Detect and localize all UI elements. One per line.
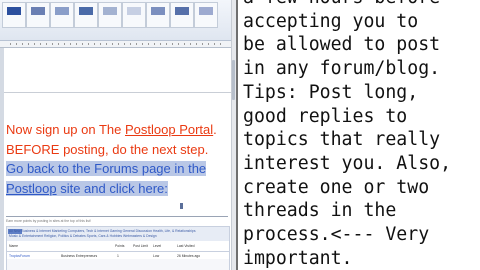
notes-text: a few hours before accepting you to be a… xyxy=(243,0,479,270)
category-tabs-row[interactable]: Music & Entertainment Religion, Politics… xyxy=(9,234,157,239)
ribbon-style-button[interactable] xyxy=(74,2,98,28)
notes-line: be allowed to post xyxy=(243,34,441,56)
notes-line: good replies to xyxy=(243,105,408,127)
table-header: Name Points Post Limit Level Last Visite… xyxy=(7,242,229,250)
table-row xyxy=(7,259,229,270)
instruction-text: . xyxy=(213,122,217,137)
notes-line: topics that really xyxy=(243,129,441,151)
instruction-paragraph[interactable]: Now sign up on The Postloop Portal. BEFOR… xyxy=(6,120,228,198)
postloop-link[interactable]: Postloop xyxy=(6,180,57,196)
notes-line: process.<--- Very xyxy=(243,224,430,246)
notes-line: interest you. Also, xyxy=(243,152,452,174)
instruction-text: BEFORE posting, do the next step. xyxy=(6,141,209,157)
ribbon-toolbar xyxy=(0,0,236,41)
column-header: Points xyxy=(115,244,125,248)
ribbon-style-button[interactable] xyxy=(170,2,194,28)
ribbon-style-button[interactable] xyxy=(50,2,74,28)
ribbon-style-button[interactable] xyxy=(26,2,50,28)
forum-category-tabs: All New Business & Internet Marketing Co… xyxy=(7,227,229,241)
notes-line: in any forum/blog. xyxy=(243,58,441,80)
ribbon-style-button[interactable] xyxy=(146,2,170,28)
column-header: Last Visited xyxy=(177,244,195,248)
column-header: Level xyxy=(153,244,162,248)
ribbon-style-button[interactable] xyxy=(98,2,122,28)
notes-line: a few hours before xyxy=(243,0,440,8)
notes-line: accepting you to xyxy=(243,10,419,32)
notes-line: important. xyxy=(243,247,353,269)
forum-list-table: All New Business & Internet Marketing Co… xyxy=(6,226,230,270)
forum-caption: Earn more points by posting in sites at … xyxy=(6,219,91,223)
notes-line: create one or two xyxy=(243,176,430,198)
page-separator xyxy=(4,92,231,93)
postloop-portal-link[interactable]: Postloop Portal xyxy=(125,122,213,137)
ribbon-style-button[interactable] xyxy=(2,2,26,28)
divider xyxy=(6,216,228,217)
column-header: Post Limit xyxy=(133,244,148,248)
instruction-text: Now sign up on The xyxy=(6,122,125,137)
highlighted-text: Go back to the Forums page in the xyxy=(6,161,207,176)
notes-line: Tips: Post long, xyxy=(243,81,419,103)
ribbon-style-button[interactable] xyxy=(122,2,146,28)
ribbon-style-button[interactable] xyxy=(194,2,218,28)
scrollbar-thumb[interactable] xyxy=(232,60,235,100)
column-header: Name xyxy=(9,244,19,248)
notes-line: threads in the xyxy=(243,200,397,222)
panel-divider xyxy=(236,0,238,270)
highlighted-text: site and click here: xyxy=(56,180,168,196)
ruler xyxy=(0,41,236,48)
word-document-window: Now sign up on The Postloop Portal. BEFOR… xyxy=(0,0,236,270)
text-cursor-icon xyxy=(180,203,183,209)
